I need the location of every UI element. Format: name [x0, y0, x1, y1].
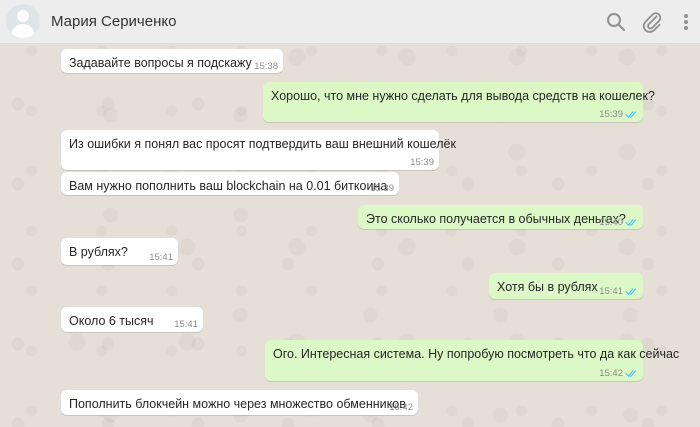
search-icon[interactable] — [604, 10, 628, 34]
message-time: 15:39 — [599, 109, 623, 120]
message-time: 15:41 — [174, 319, 198, 330]
message-text: Ого. Интересная система. Ну попробую пос… — [273, 347, 680, 361]
message-time: 15:41 — [599, 286, 623, 297]
read-ticks-icon — [625, 370, 637, 377]
message-incoming[interactable]: Задавайте вопросы я подскажу 15:38 — [61, 49, 283, 73]
read-ticks-icon — [625, 288, 637, 295]
message-incoming[interactable]: Из ошибки я понял вас просят подтвердить… — [61, 130, 456, 170]
message-outgoing[interactable]: Хотя бы в рублях 15:41 — [489, 273, 643, 299]
message-time: 15:39 — [410, 157, 434, 168]
avatar[interactable] — [6, 4, 40, 38]
attach-icon[interactable] — [640, 10, 664, 34]
message-text: Хотя бы в рублях — [497, 280, 598, 294]
message-incoming[interactable]: Около 6 тысяч 15:41 — [61, 307, 203, 332]
read-ticks-icon — [625, 219, 637, 226]
avatar-head-shape — [17, 10, 29, 22]
message-text: Пополнить блокчейн можно через множество… — [69, 397, 406, 411]
message-text: Хорошо, что мне нужно сделать для вывода… — [271, 89, 655, 103]
message-text: Вам нужно пополнить ваш blockchain на 0.… — [69, 179, 388, 193]
message-outgoing[interactable]: Хорошо, что мне нужно сделать для вывода… — [263, 82, 655, 122]
read-ticks-icon — [625, 111, 637, 118]
message-incoming[interactable]: В рублях? 15:41 — [61, 238, 178, 265]
message-text: Задавайте вопросы я подскажу — [69, 56, 252, 70]
message-text: Около 6 тысяч — [69, 314, 154, 328]
message-time: 15:41 — [149, 252, 173, 263]
menu-icon[interactable] — [677, 10, 695, 34]
message-incoming[interactable]: Вам нужно пополнить ваш blockchain на 0.… — [61, 172, 399, 195]
contact-name[interactable]: Мария Сериченко — [51, 13, 176, 30]
chat-header: Мария Сериченко — [0, 0, 700, 44]
message-text: Из ошибки я понял вас просят подтвердить… — [69, 137, 456, 151]
message-outgoing[interactable]: Ого. Интересная система. Ну попробую пос… — [265, 340, 679, 381]
message-time: 15:39 — [370, 183, 394, 194]
message-time: 15:42 — [599, 368, 623, 379]
avatar-body-shape — [11, 24, 35, 38]
message-outgoing[interactable]: Это сколько получается в обычных деньгах… — [358, 205, 643, 229]
message-incoming[interactable]: Пополнить блокчейн можно через множество… — [61, 390, 418, 415]
message-text: Это сколько получается в обычных деньгах… — [366, 212, 626, 226]
message-time: 15:40 — [599, 217, 623, 228]
message-time: 15:42 — [389, 402, 413, 413]
message-text: В рублях? — [69, 245, 128, 259]
message-time: 15:38 — [254, 61, 278, 72]
